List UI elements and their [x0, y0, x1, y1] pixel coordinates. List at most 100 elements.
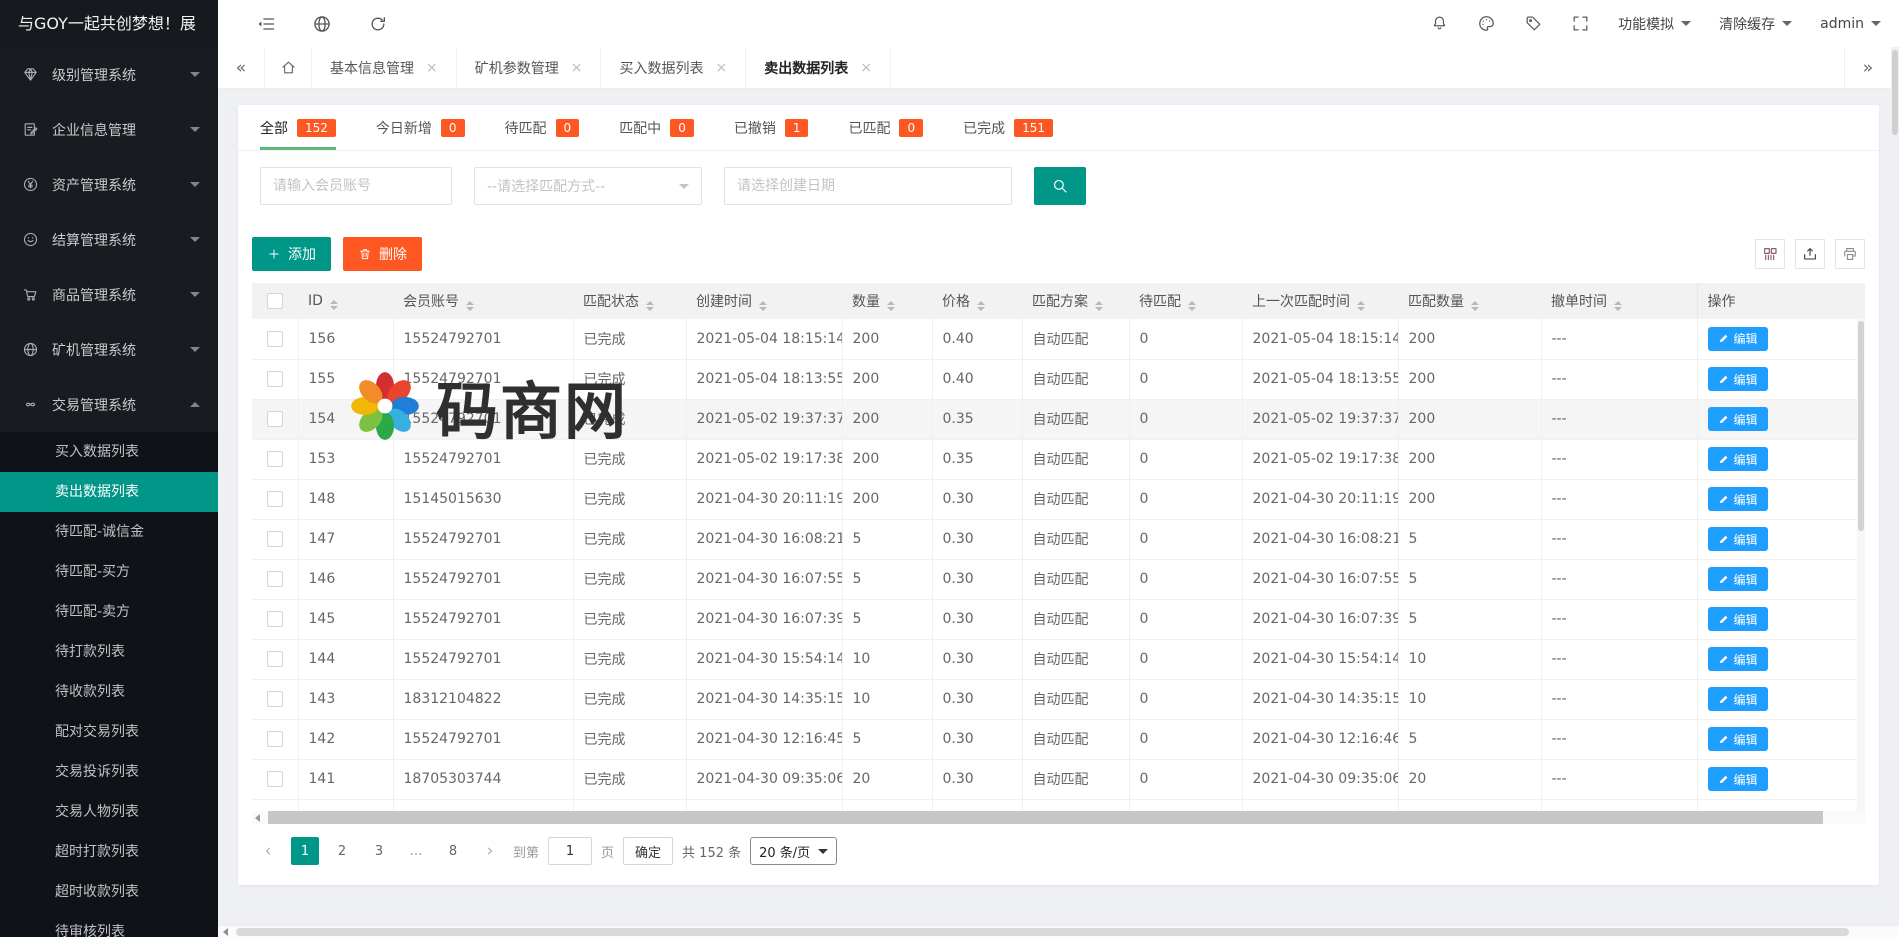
scroll-left-arrow-icon[interactable]: [255, 814, 260, 822]
sidebar-item-0[interactable]: 级别管理系统: [0, 47, 218, 102]
sort-icon[interactable]: [1614, 301, 1622, 311]
export-button[interactable]: [1795, 239, 1825, 269]
edit-button[interactable]: 编辑: [1708, 407, 1768, 431]
tab-1[interactable]: 矿机参数管理 ×: [457, 47, 602, 88]
add-button[interactable]: 添加: [252, 237, 331, 271]
tab-2[interactable]: 买入数据列表 ×: [601, 47, 746, 88]
page-button-8[interactable]: 8: [439, 837, 467, 865]
sort-icon[interactable]: [1357, 301, 1365, 311]
edit-button[interactable]: 编辑: [1708, 687, 1768, 711]
row-checkbox[interactable]: [267, 731, 283, 747]
submenu-item-11[interactable]: 超时收款列表: [0, 872, 218, 912]
filter-tab-1[interactable]: 今日新增 0: [376, 105, 465, 150]
nav-menu-0[interactable]: 功能模拟: [1618, 14, 1691, 34]
nav-menu-2[interactable]: admin: [1820, 16, 1881, 32]
row-checkbox[interactable]: [267, 411, 283, 427]
submenu-item-9[interactable]: 交易人物列表: [0, 792, 218, 832]
goto-page-input[interactable]: [548, 837, 592, 865]
submenu-item-0[interactable]: 买入数据列表: [0, 432, 218, 472]
submenu-item-1[interactable]: 卖出数据列表: [0, 472, 218, 512]
edit-button[interactable]: 编辑: [1708, 487, 1768, 511]
submenu-item-4[interactable]: 待匹配-卖方: [0, 592, 218, 632]
tab-3[interactable]: 卖出数据列表 ×: [746, 47, 891, 88]
sidebar-item-1[interactable]: 企业信息管理: [0, 102, 218, 157]
page-button-2[interactable]: 2: [328, 837, 356, 865]
column-settings-button[interactable]: [1755, 239, 1785, 269]
sidebar-item-4[interactable]: 商品管理系统: [0, 267, 218, 322]
nav-menu-1[interactable]: 清除缓存: [1719, 14, 1792, 34]
submenu-item-2[interactable]: 待匹配-诚信金: [0, 512, 218, 552]
row-checkbox[interactable]: [267, 651, 283, 667]
edit-button[interactable]: 编辑: [1708, 447, 1768, 471]
edit-button[interactable]: 编辑: [1708, 727, 1768, 751]
row-checkbox[interactable]: [267, 371, 283, 387]
scrollbar-thumb[interactable]: [268, 811, 1823, 824]
sort-icon[interactable]: [1188, 301, 1196, 311]
edit-button[interactable]: 编辑: [1708, 767, 1768, 791]
row-checkbox[interactable]: [267, 491, 283, 507]
delete-button[interactable]: 删除: [343, 237, 422, 271]
sort-icon[interactable]: [1471, 301, 1479, 311]
prev-page-button[interactable]: ‹: [254, 837, 282, 865]
row-checkbox[interactable]: [267, 531, 283, 547]
page-horizontal-scrollbar[interactable]: [218, 925, 1899, 937]
filter-tab-5[interactable]: 已匹配 0: [848, 105, 923, 150]
edit-button[interactable]: 编辑: [1708, 527, 1768, 551]
sort-icon[interactable]: [330, 300, 338, 310]
submenu-item-10[interactable]: 超时打款列表: [0, 832, 218, 872]
scrollbar-thumb[interactable]: [236, 928, 1849, 936]
per-page-select[interactable]: 20 条/页: [750, 837, 837, 865]
row-checkbox[interactable]: [267, 611, 283, 627]
sidebar-item-5[interactable]: 矿机管理系统: [0, 322, 218, 377]
search-button[interactable]: [1034, 167, 1086, 205]
submenu-item-3[interactable]: 待匹配-买方: [0, 552, 218, 592]
sidebar-item-6[interactable]: 交易管理系统: [0, 377, 218, 432]
scrollbar-thumb[interactable]: [1858, 321, 1864, 531]
row-checkbox[interactable]: [267, 771, 283, 787]
account-input[interactable]: [260, 167, 452, 205]
sort-icon[interactable]: [1095, 301, 1103, 311]
table-horizontal-scrollbar[interactable]: [252, 811, 1865, 824]
filter-tab-4[interactable]: 已撤销 1: [734, 105, 809, 150]
page-button-1[interactable]: 1: [291, 837, 319, 865]
filter-tab-3[interactable]: 匹配中 0: [619, 105, 694, 150]
sort-icon[interactable]: [646, 301, 654, 311]
home-tab-button[interactable]: [265, 47, 312, 88]
tabs-scroll-left-button[interactable]: «: [218, 47, 265, 88]
submenu-item-12[interactable]: 待审核列表: [0, 912, 218, 937]
filter-tab-2[interactable]: 待匹配 0: [505, 105, 580, 150]
select-all-checkbox[interactable]: [267, 293, 283, 309]
scroll-left-arrow-icon[interactable]: [223, 928, 228, 936]
page-button-3[interactable]: 3: [365, 837, 393, 865]
print-button[interactable]: [1835, 239, 1865, 269]
tab-0[interactable]: 基本信息管理 ×: [312, 47, 457, 88]
edit-button[interactable]: 编辑: [1708, 567, 1768, 591]
row-checkbox[interactable]: [267, 451, 283, 467]
edit-button[interactable]: 编辑: [1708, 327, 1768, 351]
submenu-item-7[interactable]: 配对交易列表: [0, 712, 218, 752]
row-checkbox[interactable]: [267, 691, 283, 707]
edit-button[interactable]: 编辑: [1708, 367, 1768, 391]
filter-tab-0[interactable]: 全部 152: [260, 105, 336, 150]
sort-icon[interactable]: [759, 301, 767, 311]
close-icon[interactable]: ×: [715, 60, 727, 76]
tabs-scroll-right-button[interactable]: »: [1844, 47, 1891, 88]
create-date-input[interactable]: [724, 167, 1012, 205]
sort-icon[interactable]: [977, 301, 985, 311]
close-icon[interactable]: ×: [860, 60, 872, 76]
edit-button[interactable]: 编辑: [1708, 647, 1768, 671]
row-checkbox[interactable]: [267, 571, 283, 587]
close-icon[interactable]: ×: [571, 60, 583, 76]
submenu-item-8[interactable]: 交易投诉列表: [0, 752, 218, 792]
row-checkbox[interactable]: [267, 331, 283, 347]
page-vertical-scrollbar-thumb[interactable]: [1892, 50, 1898, 135]
sort-icon[interactable]: [466, 301, 474, 311]
submenu-item-6[interactable]: 待收款列表: [0, 672, 218, 712]
close-icon[interactable]: ×: [426, 60, 438, 76]
edit-button[interactable]: 编辑: [1708, 607, 1768, 631]
sidebar-item-2[interactable]: 资产管理系统: [0, 157, 218, 212]
table-vertical-scrollbar[interactable]: [1857, 319, 1865, 811]
filter-tab-6[interactable]: 已完成 151: [963, 105, 1053, 150]
sort-icon[interactable]: [887, 301, 895, 311]
confirm-button[interactable]: 确定: [623, 837, 673, 865]
